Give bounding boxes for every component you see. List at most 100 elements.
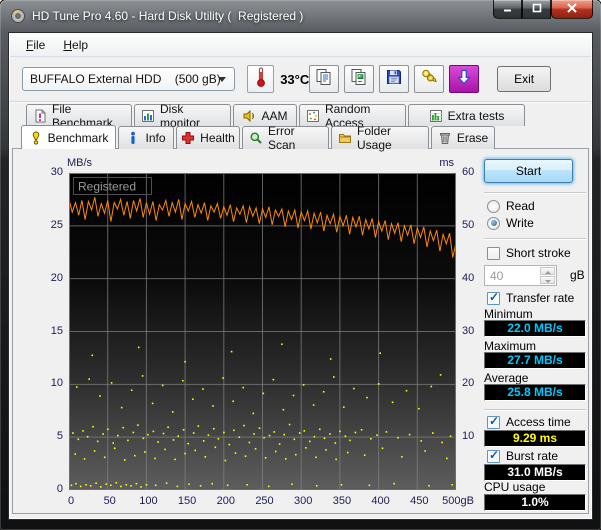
close-icon — [565, 0, 579, 18]
save-button[interactable] — [379, 65, 410, 93]
close-button[interactable] — [551, 0, 593, 19]
axis-tick-label: 10 — [50, 377, 63, 390]
copy-text-button[interactable] — [309, 65, 340, 93]
spinner-value: 40 — [490, 268, 504, 283]
menu-item-file[interactable]: File — [18, 35, 53, 55]
copy-text-icon — [314, 67, 334, 92]
chart-svg: Registered — [68, 173, 457, 490]
transfer-rate-checkbox[interactable]: ✓ Transfer rate — [487, 289, 575, 305]
tab-benchmark[interactable]: Benchmark — [21, 125, 116, 149]
tab-label: Benchmark — [47, 130, 109, 145]
short-stroke-label: Short stroke — [506, 246, 571, 260]
tab-info[interactable]: Info — [118, 126, 174, 149]
menu-item-help[interactable]: Help — [55, 35, 96, 55]
tab-file-benchmark[interactable]: File Benchmark — [26, 102, 132, 130]
tab-folder-usage[interactable]: Folder Usage — [331, 124, 429, 152]
axis-tick-label: 5 — [56, 430, 63, 443]
checkbox-box: ✓ — [487, 289, 500, 305]
short-stroke-checkbox[interactable]: ✓ Short stroke — [487, 246, 571, 260]
folder-usage-icon — [338, 131, 352, 145]
toolbar-buttons — [309, 65, 480, 93]
checkbox-box: ✓ — [487, 413, 500, 429]
chevron-down-icon — [218, 77, 227, 82]
access-time-label: Access time — [506, 415, 571, 429]
tab-label: Erase — [456, 131, 489, 145]
radio-circle — [487, 199, 500, 213]
tab-aam[interactable]: AAM — [233, 104, 297, 126]
tab-disk-monitor[interactable]: Disk monitor — [134, 102, 231, 130]
tab-health[interactable]: Health — [176, 126, 240, 149]
axis-tick-label: 100 — [139, 495, 158, 507]
download-button[interactable] — [449, 65, 480, 93]
axis-tick-label: 450 — [410, 495, 429, 507]
temperature-value: 33°C — [280, 71, 310, 87]
average-label: Average — [484, 371, 529, 385]
start-button-label: Start — [515, 164, 542, 178]
tab-label: AAM — [261, 108, 288, 123]
spin-down-icon[interactable] — [540, 276, 555, 284]
minimize-button[interactable] — [493, 0, 522, 19]
access-time-value: 9.29 ms — [484, 430, 586, 447]
erase-icon — [438, 131, 452, 145]
temperature-button[interactable] — [247, 65, 275, 93]
burst-rate-label: Burst rate — [506, 449, 559, 463]
tab-random-access[interactable]: Random Access — [299, 102, 406, 130]
axis-tick-label: 15 — [50, 324, 63, 337]
tab-error-scan[interactable]: Error Scan — [242, 124, 329, 152]
short-stroke-size-spinner[interactable]: 40 — [484, 265, 557, 286]
burst-rate-checkbox[interactable]: ✓ Burst rate — [487, 447, 559, 463]
write-radio-label: Write — [506, 216, 534, 230]
drive-select-value: BUFFALO External HDD (500 gB) — [30, 72, 221, 86]
tab-erase[interactable]: Erase — [431, 126, 495, 149]
checkbox-box: ✓ — [487, 447, 500, 463]
file-benchmark-icon — [33, 109, 47, 123]
cpu-usage-label: CPU usage — [484, 480, 546, 494]
read-radio[interactable]: Read — [487, 199, 535, 213]
cpu-usage-value: 1.0% — [484, 494, 586, 511]
options-icon — [419, 67, 439, 92]
benchmark-plot: Registered — [68, 173, 457, 490]
download-icon — [454, 67, 474, 92]
separator — [484, 409, 586, 411]
maximize-icon — [531, 0, 543, 18]
health-icon — [181, 131, 195, 145]
maximize-button[interactable] — [522, 0, 551, 19]
start-button[interactable]: Start — [484, 159, 573, 183]
minimum-value: 22.0 MB/s — [484, 320, 586, 337]
menu-bar: File Help — [10, 34, 591, 57]
write-radio[interactable]: Write — [487, 216, 534, 230]
axis-tick-label: ms — [439, 157, 454, 169]
disk-monitor-icon — [141, 109, 155, 123]
tab-label: Info — [145, 131, 166, 145]
tab-extra-tests[interactable]: Extra tests — [408, 104, 525, 126]
benchmark-tab-page: Registered 30 25 20 15 10 5 0 60 50 40 30 20 10 0 50 10… — [12, 148, 589, 514]
error-scan-icon — [249, 131, 263, 145]
benchmark-icon — [29, 130, 43, 145]
checkbox-box: ✓ — [487, 246, 500, 260]
tab-row-primary: Benchmark Info Health Error Scan Folder Usag… — [21, 124, 497, 152]
axis-tick-label: 350 — [332, 495, 352, 507]
client-area: File Help BUFFALO External HDD (500 gB) 3… — [8, 32, 593, 520]
axis-tick-label: 300 — [294, 495, 313, 507]
tab-label: Health — [200, 131, 235, 145]
transfer-rate-label: Transfer rate — [506, 291, 575, 305]
copy-image-button[interactable] — [344, 65, 375, 93]
burst-rate-value: 31.0 MB/s — [484, 464, 586, 481]
save-icon — [384, 67, 404, 92]
axis-tick-label: 200 — [216, 495, 235, 507]
drive-select-combobox[interactable]: BUFFALO External HDD (500 gB) — [22, 67, 236, 91]
exit-button-label: Exit — [514, 72, 535, 86]
svg-text:Registered: Registered — [78, 180, 136, 194]
app-window: HD Tune Pro 4.60 - Hard Disk Utility ( R… — [0, 0, 601, 530]
tab-label: Extra tests — [447, 108, 505, 123]
axis-tick-label: MB/s — [67, 157, 93, 169]
exit-button[interactable]: Exit — [497, 66, 552, 92]
options-button[interactable] — [414, 65, 445, 93]
aam-icon — [242, 109, 256, 123]
spin-up-icon[interactable] — [540, 267, 555, 275]
maximum-label: Maximum — [484, 339, 537, 353]
axis-tick-label: 500gB — [442, 495, 474, 507]
access-time-checkbox[interactable]: ✓ Access time — [487, 413, 571, 429]
tab-row-secondary: File Benchmark Disk monitor AAM Random Acce… — [26, 102, 527, 130]
app-icon — [10, 8, 26, 24]
